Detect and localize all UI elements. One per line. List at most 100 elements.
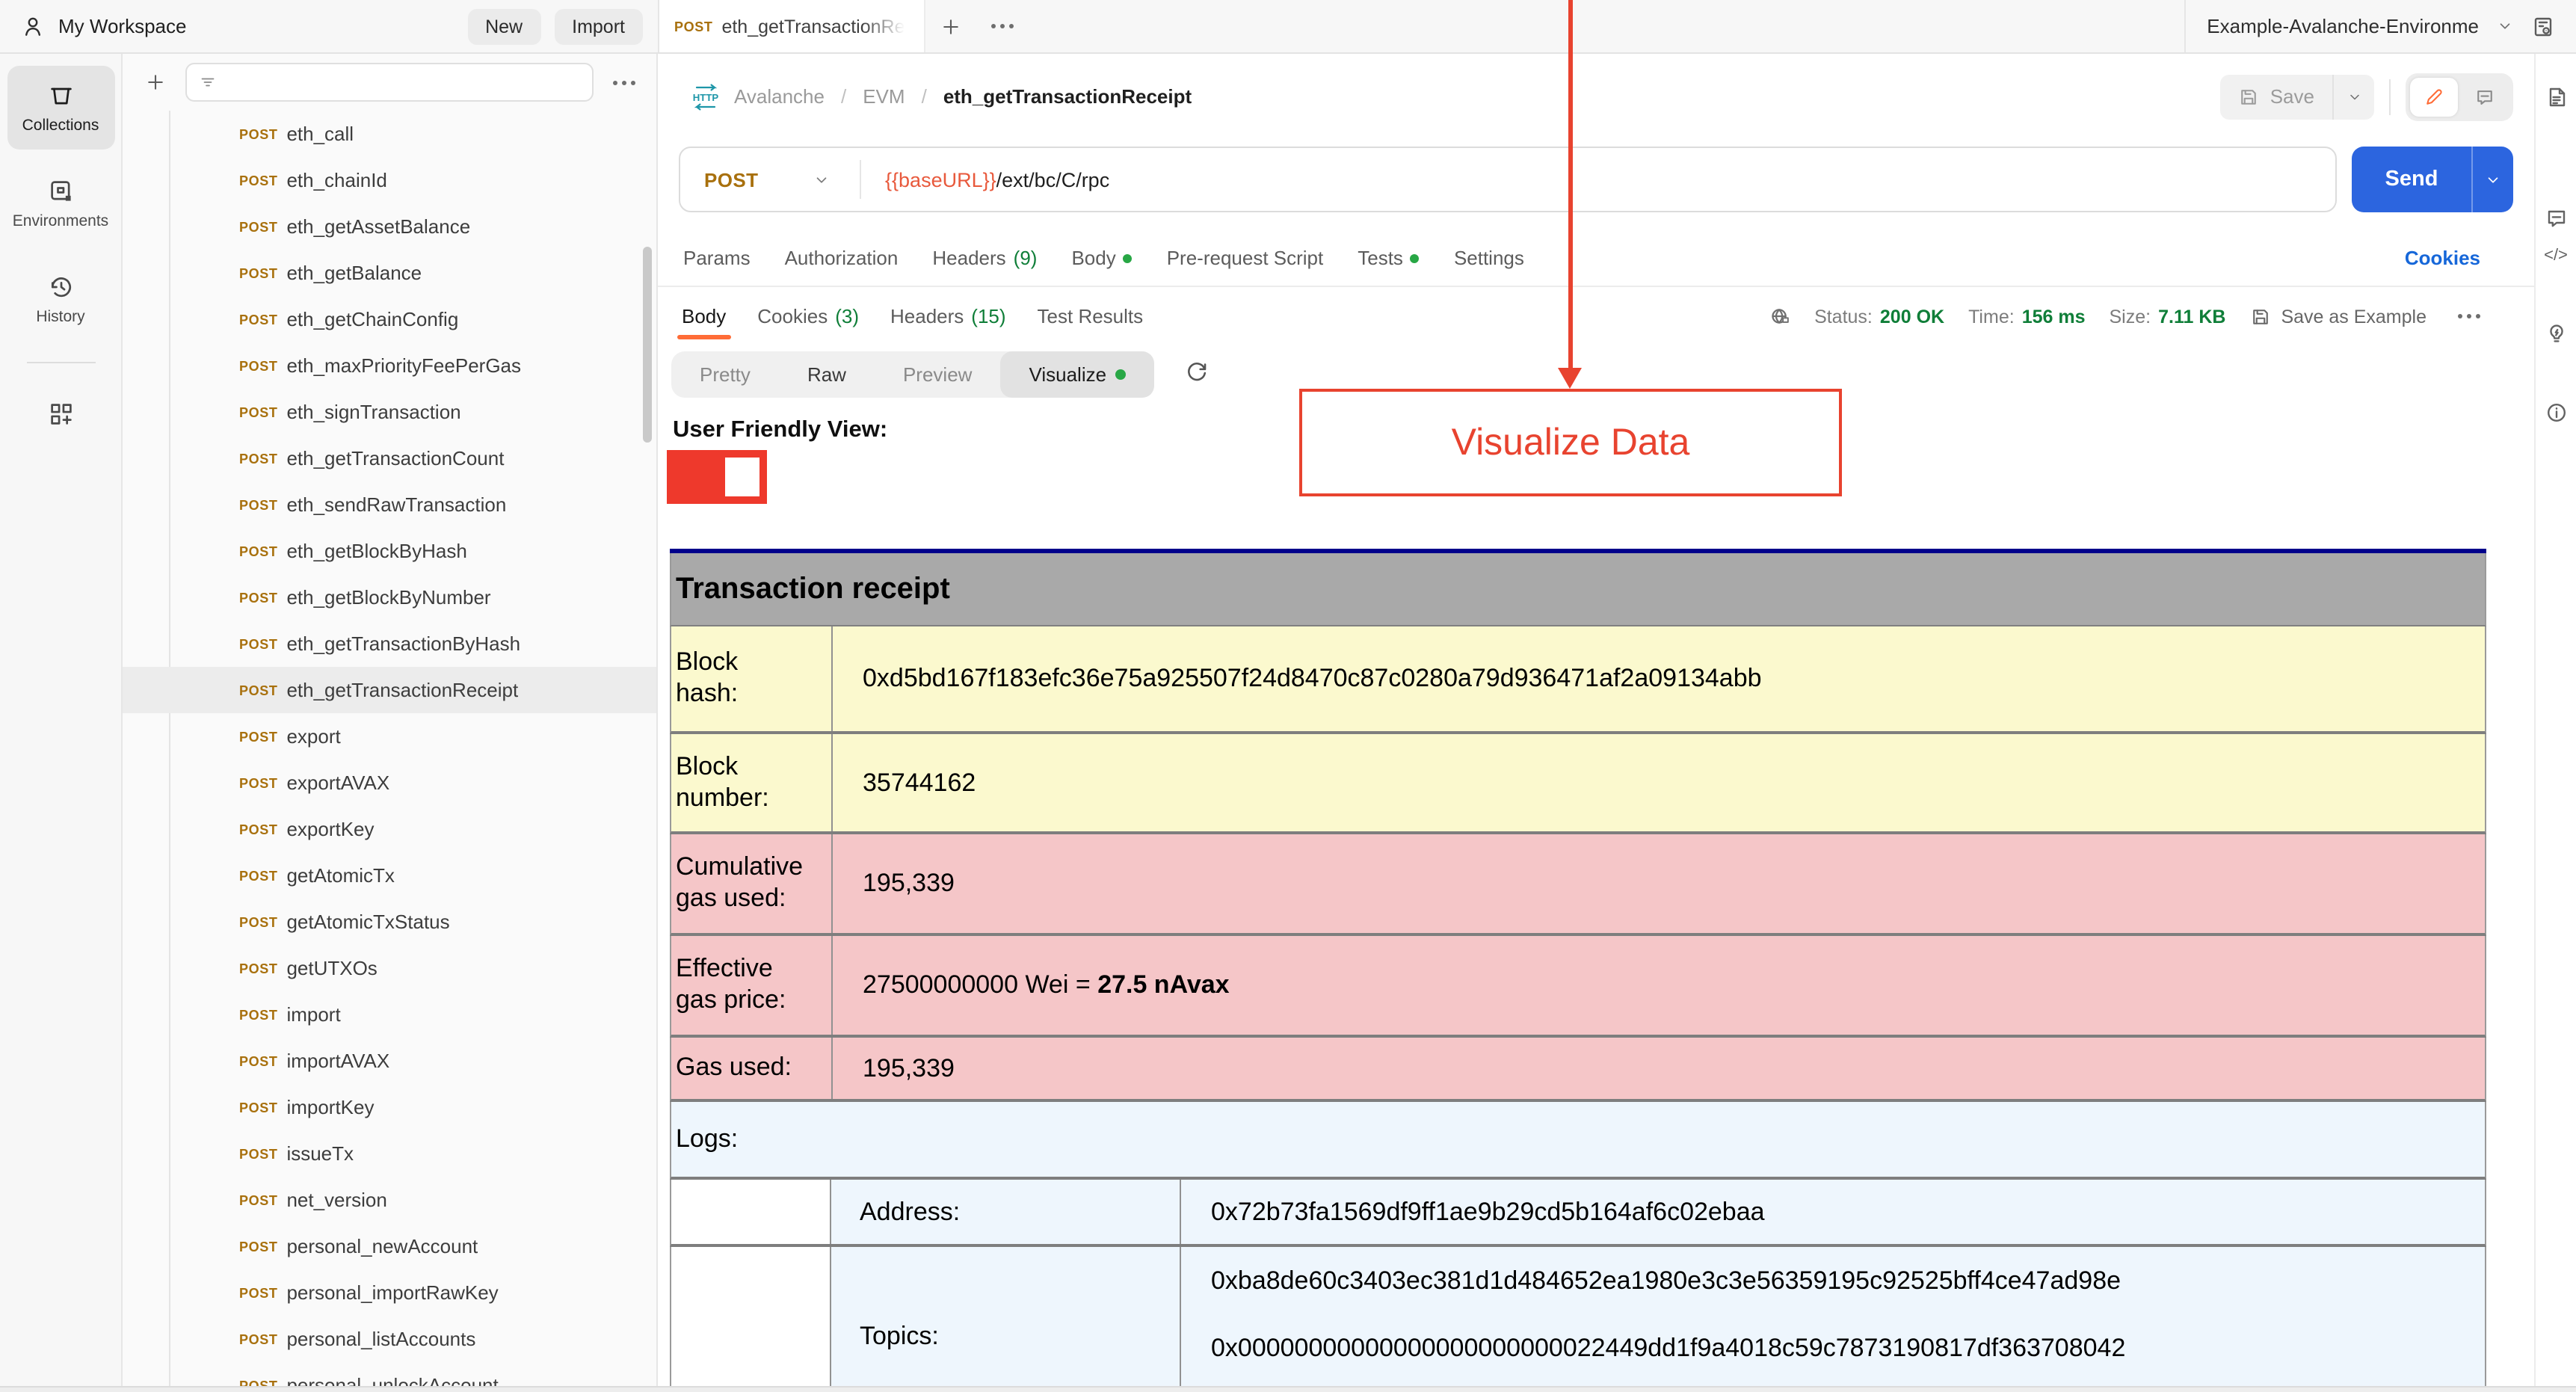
user-icon[interactable]: [21, 14, 45, 38]
response-tab-cookies[interactable]: Cookies (3): [757, 287, 859, 345]
tab-body[interactable]: Body: [1071, 247, 1133, 269]
request-list-item[interactable]: POST personal_importRawKey: [123, 1269, 656, 1316]
environment-selector[interactable]: Example-Avalanche-Environme: [2207, 15, 2479, 37]
request-list-item[interactable]: POST exportKey: [123, 806, 656, 852]
sidebar-filter-box[interactable]: [185, 63, 594, 102]
request-list-item[interactable]: POST net_version: [123, 1177, 656, 1223]
method-badge: POST: [239, 1146, 278, 1161]
request-list-item[interactable]: POST personal_listAccounts: [123, 1316, 656, 1362]
request-list-item[interactable]: POST eth_call: [123, 111, 656, 157]
save-as-example-button[interactable]: Save as Example: [2249, 306, 2426, 327]
comment-mode-button[interactable]: [2461, 77, 2509, 116]
request-list-item[interactable]: POST personal_newAccount: [123, 1223, 656, 1269]
tab-headers[interactable]: Headers (9): [932, 247, 1037, 269]
comments-icon[interactable]: [2544, 206, 2568, 230]
request-list-item[interactable]: POST eth_maxPriorityFeePerGas: [123, 342, 656, 389]
workspace-title[interactable]: My Workspace: [58, 15, 186, 37]
request-list-item[interactable]: POST issueTx: [123, 1130, 656, 1177]
method-badge: POST: [239, 1285, 278, 1300]
response-tab-test-results[interactable]: Test Results: [1038, 287, 1144, 345]
request-list-item[interactable]: POST getAtomicTx: [123, 852, 656, 899]
breadcrumb-request-name[interactable]: eth_getTransactionReceipt: [943, 85, 1192, 108]
environment-quick-look-icon[interactable]: [2531, 14, 2555, 38]
view-visualize[interactable]: Visualize: [1000, 351, 1155, 398]
import-button[interactable]: Import: [554, 8, 643, 44]
request-list-item[interactable]: POST getAtomicTxStatus: [123, 899, 656, 945]
sidebar-filter-input[interactable]: [217, 64, 592, 100]
request-list-item[interactable]: POST eth_getTransactionByHash: [123, 620, 656, 667]
request-list-item[interactable]: POST import: [123, 991, 656, 1038]
request-list-item[interactable]: POST eth_sendRawTransaction: [123, 481, 656, 528]
tab-pre-request-script[interactable]: Pre-request Script: [1167, 247, 1324, 269]
request-list-item[interactable]: POST eth_getChainConfig: [123, 296, 656, 342]
table-title: Transaction receipt: [670, 553, 2486, 626]
refresh-visualizer-icon[interactable]: [1184, 360, 1210, 386]
response-tab-headers[interactable]: Headers (15): [890, 287, 1006, 345]
request-list-item[interactable]: POST eth_getBlockByHash: [123, 528, 656, 574]
url-input[interactable]: {{baseURL}}/ext/bc/C/rpc: [861, 168, 1109, 191]
tab-settings[interactable]: Settings: [1454, 247, 1524, 269]
sidebar-item-collections[interactable]: Collections: [7, 66, 114, 150]
send-button[interactable]: Send: [2352, 147, 2513, 212]
request-list-item[interactable]: POST eth_getBalance: [123, 250, 656, 296]
request-list-item[interactable]: POST eth_getTransactionCount: [123, 435, 656, 481]
cookies-link[interactable]: Cookies: [2405, 247, 2480, 269]
breadcrumb-folder[interactable]: EVM: [863, 85, 905, 108]
request-list-item[interactable]: POST export: [123, 713, 656, 760]
collections-icon: [50, 87, 71, 104]
code-snippet-icon[interactable]: </>: [2544, 247, 2568, 265]
tab-options-button[interactable]: [976, 0, 1027, 52]
size-badge[interactable]: Size: 7.11 KB: [2110, 306, 2226, 327]
view-preview[interactable]: Preview: [875, 351, 1001, 398]
breadcrumb-collection[interactable]: Avalanche: [734, 85, 825, 108]
tab-authorization[interactable]: Authorization: [785, 247, 899, 269]
time-badge[interactable]: Time: 156 ms: [1968, 306, 2085, 327]
edit-mode-button[interactable]: [2410, 77, 2458, 116]
status-badge[interactable]: Status: 200 OK: [1814, 306, 1944, 327]
postman-app-window: My Workspace New Import POST eth_getTran…: [0, 0, 2576, 1392]
method-dropdown[interactable]: POST: [680, 168, 860, 191]
log-topics-values: 0xba8de60c3403ec381d1d484652ea1980e3c3e5…: [1181, 1247, 2485, 1392]
request-list-item[interactable]: POST eth_getBlockByNumber: [123, 574, 656, 620]
chevron-down-icon[interactable]: [2497, 18, 2513, 34]
sidebar-item-history[interactable]: History: [7, 257, 114, 341]
documentation-icon[interactable]: [2544, 85, 2568, 109]
response-tab-body[interactable]: Body: [677, 287, 730, 345]
configure-sidebar-button[interactable]: [7, 384, 114, 444]
request-list-item[interactable]: POST getUTXOs: [123, 945, 656, 991]
method-badge: POST: [239, 775, 278, 790]
view-raw[interactable]: Raw: [779, 351, 875, 398]
sidebar-scrollbar[interactable]: [643, 247, 652, 443]
info-icon[interactable]: [2544, 401, 2568, 425]
request-list-item[interactable]: POST eth_getAssetBalance: [123, 203, 656, 250]
tab-tests[interactable]: Tests: [1358, 247, 1420, 269]
request-list-item[interactable]: POST eth_chainId: [123, 157, 656, 203]
table-row-logs: Logs:: [670, 1102, 2486, 1180]
method-badge: POST: [239, 404, 278, 419]
user-friendly-view-toggle[interactable]: [667, 450, 767, 504]
view-pretty[interactable]: Pretty: [671, 351, 779, 398]
open-request-tab[interactable]: POST eth_getTransactionRece: [659, 0, 925, 52]
save-options-button[interactable]: [2332, 74, 2374, 119]
new-tab-button[interactable]: [925, 0, 976, 52]
tab-params[interactable]: Params: [683, 247, 751, 269]
request-list-item[interactable]: POST eth_signTransaction: [123, 389, 656, 435]
request-list-item[interactable]: POST importAVAX: [123, 1038, 656, 1084]
send-options-button[interactable]: [2471, 147, 2513, 212]
table-row-block-number: Block number: 35744162: [670, 734, 2486, 834]
lightbulb-icon[interactable]: [2544, 321, 2568, 345]
add-request-button[interactable]: [138, 64, 173, 100]
save-button[interactable]: Save: [2220, 74, 2374, 119]
row-label: Address:: [831, 1180, 1181, 1244]
left-icon-rail: Collections Environments History: [0, 54, 123, 1392]
request-tab-strip: POST eth_getTransactionRece: [658, 0, 2184, 52]
request-list-item[interactable]: POST eth_getTransactionReceipt: [123, 667, 656, 713]
request-list-item[interactable]: POST importKey: [123, 1084, 656, 1130]
new-button[interactable]: New: [467, 8, 541, 44]
sidebar-item-environments[interactable]: Environments: [7, 161, 114, 245]
response-more-button[interactable]: [2450, 298, 2486, 334]
network-icon[interactable]: [1768, 305, 1790, 327]
request-list-item[interactable]: POST exportAVAX: [123, 760, 656, 806]
table-row-block-hash: Block hash: 0xd5bd167f183efc36e75a925507…: [670, 626, 2486, 734]
sidebar-more-button[interactable]: [606, 64, 641, 100]
